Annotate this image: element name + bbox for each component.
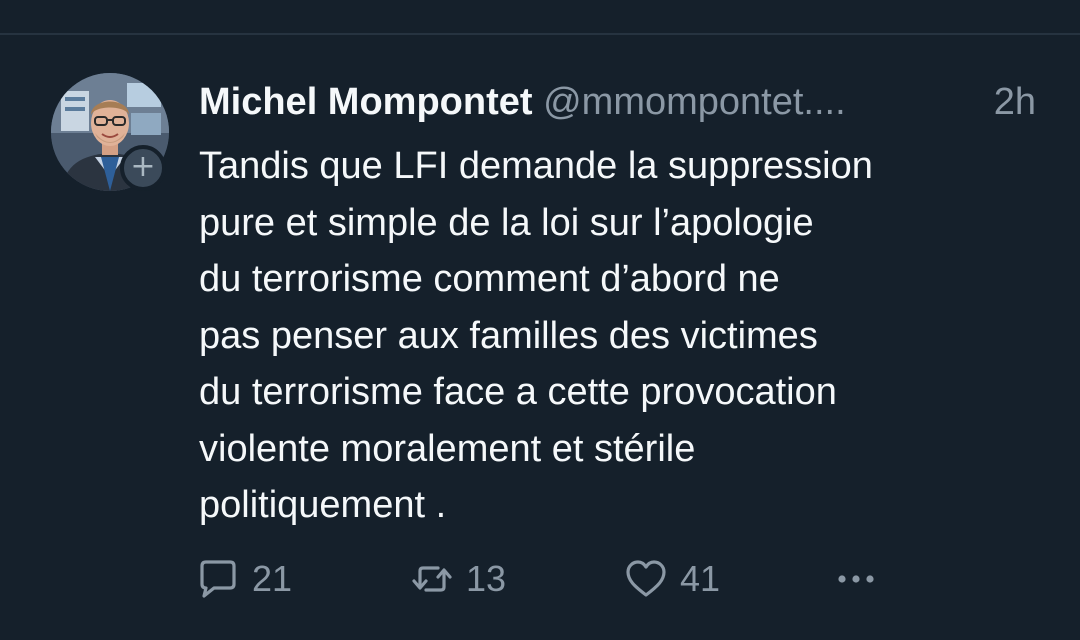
tweet-timestamp[interactable]: 2h	[994, 79, 1036, 125]
tweet-header: Michel Mompontet @mmompontet....	[199, 79, 846, 125]
like-count: 41	[680, 558, 721, 599]
tweet-action-bar: 21 13 41	[196, 556, 896, 602]
author-handle[interactable]: @mmompontet....	[543, 81, 846, 123]
retweet-icon	[412, 566, 452, 592]
reply-button[interactable]: 21	[196, 556, 292, 602]
avatar-container[interactable]: +	[51, 73, 169, 191]
more-icon	[838, 575, 874, 583]
author-display-name[interactable]: Michel Mompontet	[199, 81, 533, 123]
comment-icon	[200, 560, 236, 598]
follow-plus-icon[interactable]: +	[120, 145, 166, 191]
tweet-body-text: Tandis que LFI demande la suppression pu…	[199, 145, 873, 526]
tweet-card[interactable]: + Michel Mompontet @mmompontet.... 2h Ta…	[0, 35, 1080, 640]
heart-icon	[626, 560, 666, 597]
more-options-button[interactable]	[834, 556, 878, 602]
timeline-screen: + Michel Mompontet @mmompontet.... 2h Ta…	[0, 0, 1080, 640]
retweet-count: 13	[466, 558, 507, 599]
like-button[interactable]: 41	[624, 556, 720, 602]
retweet-button[interactable]: 13	[410, 556, 506, 602]
reply-count: 21	[252, 558, 293, 599]
